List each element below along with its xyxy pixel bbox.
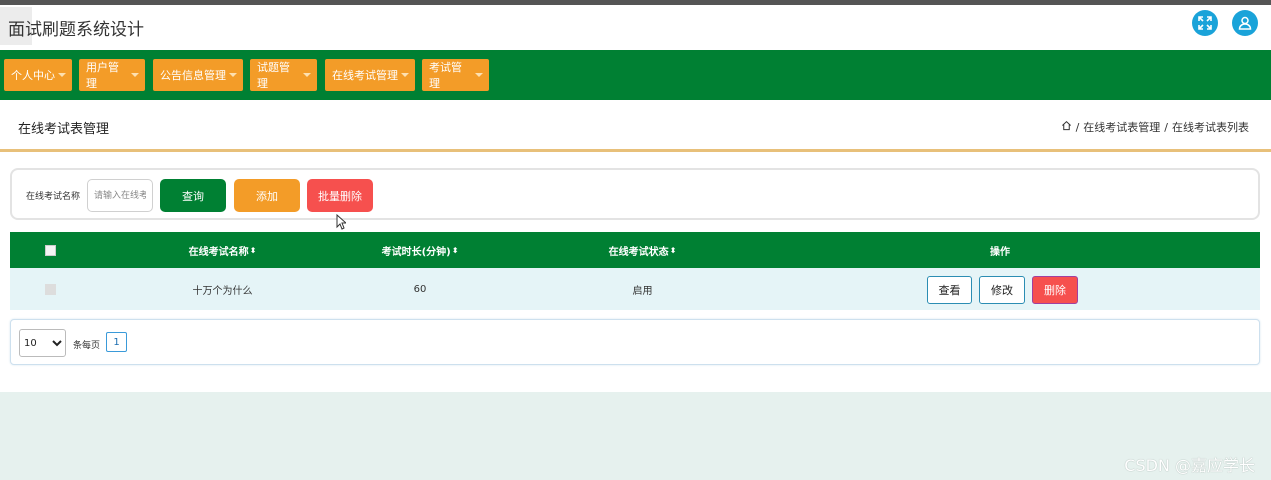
batch-delete-button[interactable]: 批量删除	[307, 179, 373, 212]
caret-down-icon	[131, 73, 139, 77]
home-icon[interactable]	[1061, 120, 1072, 134]
search-panel: 在线考试名称 查询 添加 批量删除	[10, 168, 1260, 220]
header-duration[interactable]: 考试时长(分钟) ⬍	[355, 232, 485, 268]
cell-status: 启用	[632, 285, 653, 297]
expand-icon	[1198, 16, 1212, 30]
nav-item-exam-management[interactable]: 考试管理	[422, 59, 489, 91]
cell-exam-name: 十万个为什么	[192, 285, 253, 297]
nav-item-personal-center[interactable]: 个人中心	[4, 59, 72, 91]
nav-item-label: 公告信息管理	[160, 69, 226, 82]
sort-icon: ⬍	[249, 245, 257, 255]
content-area: 在线考试名称 查询 添加 批量删除 在线考试名称⬍ 考试时长(分钟)⬍ 在线考试…	[0, 152, 1271, 392]
app-title: 面试刷题系统设计	[8, 20, 144, 40]
view-button[interactable]: 查看	[927, 276, 972, 304]
main-nav: 个人中心 用户管理 公告信息管理 试题管理 在线考试管理 考试管理	[0, 50, 1271, 100]
page-title: 在线考试表管理	[18, 122, 110, 137]
row-checkbox[interactable]	[44, 283, 56, 295]
select-all-checkbox[interactable]	[44, 244, 56, 256]
caret-down-icon	[58, 73, 66, 77]
app-header: 面试刷题系统设计	[0, 5, 1271, 50]
header-select-cell	[10, 232, 90, 268]
caret-down-icon	[401, 73, 409, 77]
breadcrumb: / 在线考试表管理 / 在线考试表列表	[1061, 119, 1249, 135]
table-row: 十万个为什么 60 启用 查看 修改 删除	[10, 268, 1260, 310]
nav-item-online-exam-management[interactable]: 在线考试管理	[325, 59, 415, 91]
header-status[interactable]: 在线考试状态 ⬍	[485, 232, 800, 268]
caret-down-icon	[475, 73, 483, 77]
exam-name-search-input[interactable]	[87, 179, 153, 212]
header-actions: 操作	[990, 246, 1010, 258]
breadcrumb-item-current: 在线考试表列表	[1172, 121, 1249, 134]
caret-down-icon	[303, 73, 311, 77]
header-exam-name[interactable]: 在线考试名称 ⬍	[90, 232, 355, 268]
cell-duration: 60	[413, 283, 427, 295]
add-button[interactable]: 添加	[234, 179, 300, 212]
table-header: 在线考试名称 ⬍ 考试时长(分钟) ⬍ 在线考试状态 ⬍ 操作	[10, 232, 1260, 268]
fullscreen-button[interactable]	[1192, 10, 1218, 36]
per-page-label: 条每页	[73, 341, 101, 351]
page-size-select[interactable]: 10	[19, 329, 66, 357]
user-icon	[1238, 16, 1252, 30]
nav-item-user-management[interactable]: 用户管理	[79, 59, 145, 91]
query-button[interactable]: 查询	[160, 179, 226, 212]
sort-icon: ⬍	[451, 245, 459, 255]
mouse-cursor-icon	[336, 214, 346, 230]
caret-down-icon	[229, 73, 237, 77]
exam-table: 在线考试名称 ⬍ 考试时长(分钟) ⬍ 在线考试状态 ⬍ 操作 十万个为什么 60 启…	[10, 232, 1260, 310]
page-number-current[interactable]: 1	[106, 332, 127, 352]
breadcrumb-separator: /	[1164, 120, 1168, 134]
breadcrumb-separator: /	[1075, 120, 1080, 134]
pagination: 10 条每页 1	[10, 319, 1260, 365]
edit-button[interactable]: 修改	[979, 276, 1025, 304]
sort-icon: ⬍	[669, 245, 677, 255]
search-label: 在线考试名称	[26, 192, 81, 202]
breadcrumb-bar: 在线考试表管理 / 在线考试表管理 / 在线考试表列表	[0, 100, 1271, 152]
nav-item-label: 用户管理	[86, 61, 119, 90]
nav-item-label: 在线考试管理	[332, 69, 398, 82]
breadcrumb-item[interactable]: 在线考试表管理	[1083, 119, 1160, 135]
nav-item-label: 试题管理	[257, 61, 290, 90]
row-select-cell	[10, 268, 90, 310]
user-button[interactable]	[1232, 10, 1258, 36]
nav-item-label: 个人中心	[11, 69, 55, 82]
watermark: CSDN @嘉应学长	[1124, 456, 1255, 475]
nav-item-question-management[interactable]: 试题管理	[250, 59, 317, 91]
nav-item-label: 考试管理	[429, 61, 462, 90]
delete-button[interactable]: 删除	[1032, 276, 1078, 304]
nav-item-notice-management[interactable]: 公告信息管理	[153, 59, 243, 91]
